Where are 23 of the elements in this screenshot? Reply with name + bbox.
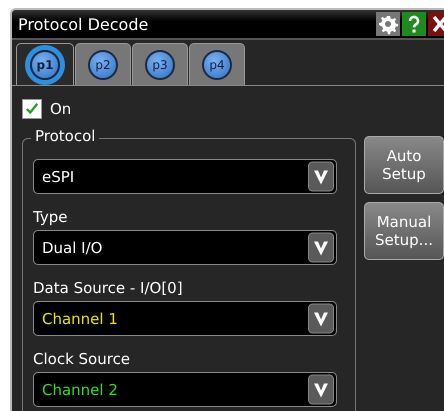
help-icon[interactable] (402, 12, 426, 36)
field-label: Clock Source (33, 350, 132, 368)
setup-button[interactable]: Manual Setup... (364, 202, 444, 260)
setup-button[interactable]: Auto Setup (364, 136, 444, 194)
checkbox[interactable] (22, 99, 42, 119)
settings-icon[interactable] (376, 12, 400, 36)
window-title: Protocol Decode (18, 14, 148, 34)
tab[interactable]: p2 (75, 43, 131, 85)
caret-icon (308, 374, 334, 405)
tab[interactable]: p3 (132, 43, 188, 85)
tab[interactable]: p1 (16, 43, 74, 85)
field-label: Data Source - I/O[0] (33, 279, 184, 297)
dropdown[interactable]: eSPI (33, 159, 337, 194)
dropdown[interactable]: Channel 1 (33, 301, 337, 336)
caret-icon (308, 161, 334, 192)
checkbox-label: On (50, 100, 72, 118)
caret-icon (308, 303, 334, 334)
dropdown[interactable]: Channel 2 (33, 372, 337, 407)
tab[interactable]: p4 (189, 43, 245, 85)
check-icon (25, 102, 39, 116)
field-label: Type (33, 208, 68, 226)
caret-icon (308, 232, 334, 263)
dropdown[interactable]: Dual I/O (33, 230, 337, 265)
